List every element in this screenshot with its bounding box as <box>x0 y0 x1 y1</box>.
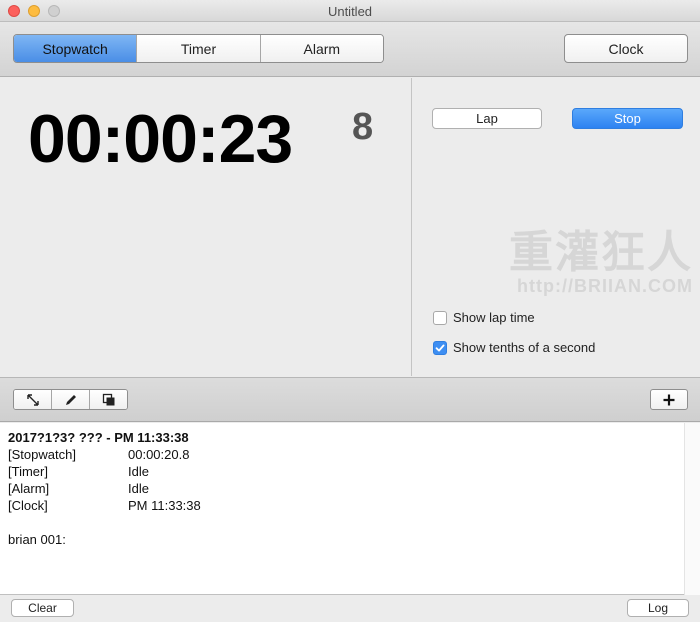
mode-segmented-control: Stopwatch Timer Alarm <box>13 34 384 63</box>
tab-timer[interactable]: Timer <box>137 35 261 62</box>
clear-button[interactable]: Clear <box>11 599 74 617</box>
edit-button[interactable] <box>52 390 90 409</box>
log-scrollbar[interactable] <box>684 423 700 595</box>
checkmark-icon <box>435 344 445 351</box>
log-value: Idle <box>128 464 149 479</box>
log-blank-line <box>8 514 201 531</box>
add-button[interactable] <box>650 389 688 410</box>
log-key: [Alarm] <box>8 481 50 496</box>
log-toolbar <box>0 377 700 422</box>
show-tenths-option[interactable]: Show tenths of a second <box>433 340 595 355</box>
log-content: 2017?1?3? ??? - PM 11:33:38 [Stopwatch] … <box>8 429 201 548</box>
log-button[interactable]: Log <box>627 599 689 617</box>
stopwatch-panel: 00:00:23 8 Lap Stop 重灌狂人 http://BRIIAN.C… <box>0 78 700 376</box>
resize-icon <box>26 393 39 406</box>
log-row: [Clock] PM 11:33:38 <box>8 497 201 514</box>
log-row: [Stopwatch] 00:00:20.8 <box>8 446 201 463</box>
tab-alarm[interactable]: Alarm <box>260 35 383 62</box>
tenths-digit: 8 <box>352 106 374 148</box>
show-lap-time-option[interactable]: Show lap time <box>433 310 535 325</box>
log-row: [Timer] Idle <box>8 463 201 480</box>
resize-button[interactable] <box>14 390 52 409</box>
log-value: 00:00:20.8 <box>128 447 190 462</box>
log-value: Idle <box>128 481 149 496</box>
log-tools-group <box>13 389 128 410</box>
tab-stopwatch[interactable]: Stopwatch <box>14 35 138 62</box>
watermark-logo: 重灌狂人 <box>509 227 693 278</box>
log-header: 2017?1?3? ??? - PM 11:33:38 <box>8 430 189 445</box>
controls-pane: Lap Stop 重灌狂人 http://BRIIAN.COM Show lap… <box>413 78 700 376</box>
window-title: Untitled <box>327 4 373 19</box>
log-text-area[interactable]: 2017?1?3? ??? - PM 11:33:38 [Stopwatch] … <box>0 423 700 595</box>
elapsed-time: 00:00:23 <box>28 101 293 177</box>
window-icon <box>102 393 114 405</box>
log-key: [Stopwatch] <box>8 447 76 462</box>
pencil-icon <box>65 394 76 405</box>
log-note: brian 001: <box>8 532 66 547</box>
time-display-pane: 00:00:23 8 <box>0 78 412 376</box>
log-value: PM 11:33:38 <box>128 498 201 513</box>
plus-icon <box>663 394 675 405</box>
watermark: 重灌狂人 http://BRIIAN.COM <box>509 216 693 297</box>
log-key: [Clock] <box>8 498 48 513</box>
watermark-url: http://BRIIAN.COM <box>517 276 693 296</box>
window-button[interactable] <box>90 390 127 409</box>
main-toolbar: Stopwatch Timer Alarm Clock <box>0 22 700 77</box>
log-row: [Alarm] Idle <box>8 480 201 497</box>
show-tenths-checkbox[interactable] <box>433 340 447 355</box>
clock-button[interactable]: Clock <box>564 34 688 63</box>
lap-button[interactable]: Lap <box>432 108 542 129</box>
footer-bar: Clear Log <box>0 596 700 622</box>
stop-button[interactable]: Stop <box>572 108 683 129</box>
show-lap-time-label: Show lap time <box>453 310 535 325</box>
log-key: [Timer] <box>8 464 48 479</box>
title-bar: Untitled <box>0 0 700 22</box>
show-lap-time-checkbox[interactable] <box>433 310 447 325</box>
show-tenths-label: Show tenths of a second <box>453 340 596 355</box>
